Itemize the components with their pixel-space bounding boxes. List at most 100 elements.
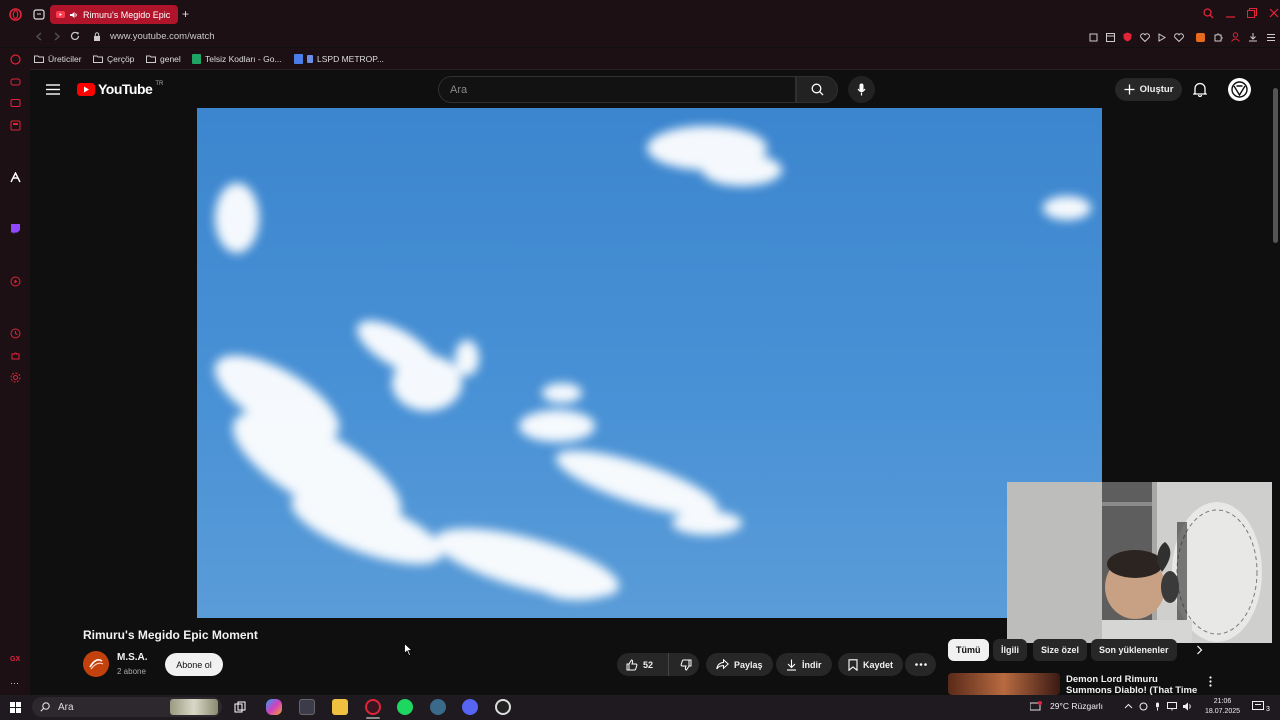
download-label: İndir [802, 659, 822, 670]
more-actions-button[interactable] [905, 653, 936, 676]
notification-count: 3 [1266, 706, 1270, 713]
opera-gx-taskbar-icon[interactable] [365, 699, 381, 715]
bookmark-telsiz-kodlari[interactable]: Telsiz Kodları - Go... [192, 54, 282, 64]
search-icon [811, 83, 824, 96]
subscribe-button[interactable]: Abone ol [165, 653, 223, 676]
restore-icon[interactable] [1247, 8, 1257, 19]
extensions-sidebar-icon[interactable] [10, 350, 21, 361]
notification-center[interactable]: 3 [1252, 700, 1270, 713]
video-player[interactable] [197, 108, 1102, 618]
bookmark-cercop[interactable]: Çerçöp [93, 54, 134, 64]
hamburger-icon[interactable] [46, 84, 60, 95]
browser-tab-active[interactable]: Rimuru's Megido Epic [50, 5, 178, 24]
voice-search-button[interactable] [848, 76, 875, 103]
like-button[interactable]: 52 [617, 653, 669, 676]
person-icon[interactable] [1231, 32, 1240, 42]
tray-app-icon[interactable] [1139, 702, 1148, 711]
snapshot-icon[interactable] [1106, 32, 1115, 42]
more-icon[interactable]: ··· [10, 678, 21, 689]
close-icon[interactable] [1269, 8, 1279, 19]
search-tabs-icon[interactable] [1203, 8, 1214, 19]
heart-icon[interactable] [1140, 32, 1150, 42]
bookmark-genel[interactable]: genel [146, 54, 181, 64]
save-button[interactable]: Kaydet [838, 653, 904, 676]
recommendation-title[interactable]: Demon Lord Rimuru Summons Diablo! (That … [1066, 674, 1201, 695]
opera-icon[interactable] [495, 699, 511, 715]
microsoft-store-icon[interactable] [299, 699, 315, 715]
task-view-icon[interactable] [234, 701, 246, 713]
download-button[interactable]: İndir [776, 653, 832, 676]
bookmark-lspd[interactable]: LSPD METROP... [294, 54, 384, 64]
opera-icon[interactable] [9, 8, 22, 21]
display-icon[interactable] [1167, 702, 1177, 711]
scrollbar-thumb[interactable] [1273, 88, 1278, 243]
chip-all[interactable]: Tümü [948, 639, 989, 661]
channel-avatar[interactable] [83, 651, 109, 677]
history-icon[interactable] [10, 328, 21, 339]
bookmark-icon [848, 658, 858, 671]
docs-icon [294, 54, 303, 64]
search-input[interactable]: Ara [438, 76, 796, 103]
thumbs-down-icon [680, 659, 692, 671]
download-icon[interactable] [1248, 32, 1258, 42]
create-button[interactable]: Oluştur [1115, 78, 1182, 101]
extension-orange-icon[interactable] [1196, 32, 1205, 42]
dislike-button[interactable] [674, 653, 699, 676]
notifications-bell-icon[interactable] [1193, 82, 1207, 97]
minimize-icon[interactable] [1226, 8, 1235, 19]
app-icon[interactable] [430, 699, 446, 715]
thumbs-up-icon [626, 658, 638, 671]
file-explorer-icon[interactable] [332, 699, 348, 715]
extensions-icon[interactable] [1213, 32, 1223, 42]
create-label: Oluştur [1139, 84, 1174, 95]
chat-icon[interactable] [10, 98, 21, 109]
back-icon[interactable] [35, 32, 43, 41]
chip-recently-uploaded[interactable]: Son yüklenenler [1091, 639, 1177, 661]
spotify-icon[interactable] [397, 699, 413, 715]
weather-widget[interactable]: 29°C Rüzgarlı [1050, 701, 1103, 711]
lock-icon[interactable] [93, 32, 101, 41]
bookmark-label: genel [160, 54, 181, 64]
menu-icon[interactable] [1266, 33, 1276, 42]
gx-icon[interactable]: GX [10, 656, 21, 667]
share-icon [716, 659, 729, 670]
discord-icon[interactable] [462, 699, 478, 715]
bookmark-heart-icon[interactable] [1174, 32, 1184, 42]
copilot-icon[interactable] [266, 699, 282, 715]
player-icon[interactable] [10, 276, 21, 287]
taskbar-clock[interactable]: 21:06 18.07.2025 [1205, 697, 1240, 717]
chip-for-you[interactable]: Size özel [1033, 639, 1088, 661]
recommendation-menu-icon[interactable] [1209, 676, 1212, 687]
vpn-shield-icon[interactable] [1123, 32, 1132, 42]
twitch-icon[interactable] [10, 223, 21, 234]
tab-title: Rimuru's Megido Epic [83, 9, 171, 20]
news-icon[interactable] [10, 120, 21, 131]
url-field[interactable]: www.youtube.com/watch [110, 31, 215, 42]
screenshot-icon[interactable] [1089, 33, 1098, 42]
account-avatar[interactable] [1228, 78, 1251, 101]
new-tab-button[interactable]: + [182, 8, 189, 20]
aria-ai-icon[interactable] [10, 172, 21, 183]
game-icon[interactable] [10, 76, 21, 87]
share-button[interactable]: Paylaş [706, 653, 773, 676]
chip-next-icon[interactable] [1196, 645, 1203, 655]
search-button[interactable] [796, 76, 838, 103]
speaker-icon[interactable] [70, 11, 78, 19]
bookmark-ureticiler[interactable]: Üreticiler [34, 54, 82, 64]
microphone-tray-icon[interactable] [1154, 702, 1161, 711]
tab-island-icon[interactable] [33, 9, 45, 20]
settings-icon[interactable] [10, 372, 21, 383]
network-warning-icon[interactable] [1030, 701, 1042, 711]
aria-icon[interactable] [10, 54, 21, 65]
chevron-up-icon[interactable] [1124, 702, 1133, 711]
channel-name[interactable]: M.S.A. [117, 652, 148, 663]
reload-icon[interactable] [70, 31, 80, 41]
forward-icon[interactable] [53, 32, 61, 41]
chip-related[interactable]: İlgili [993, 639, 1027, 661]
play-icon[interactable] [1158, 32, 1166, 42]
taskbar-search[interactable]: Ara [32, 697, 222, 717]
windows-start-icon[interactable] [10, 702, 21, 713]
youtube-logo[interactable]: YouTube TR [77, 81, 163, 97]
recommendation-thumbnail[interactable] [948, 673, 1060, 695]
volume-icon[interactable] [1183, 702, 1193, 711]
